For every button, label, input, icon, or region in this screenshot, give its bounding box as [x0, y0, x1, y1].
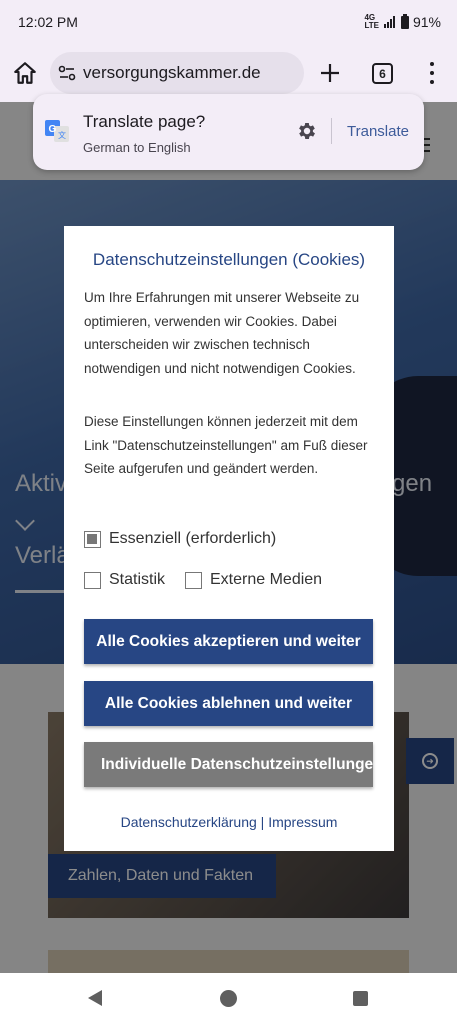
individual-settings-button[interactable]: Individuelle Datenschutzeinstellungen — [84, 742, 373, 787]
status-icons: 4G LTE 91% — [364, 13, 441, 30]
back-icon[interactable] — [88, 990, 102, 1006]
home-icon[interactable] — [12, 60, 38, 86]
translate-title: Translate page? — [83, 112, 206, 131]
lte-icon: 4G LTE — [364, 13, 379, 30]
dialog-footer-links: Datenschutzerklärung | Impressum — [64, 814, 394, 830]
link-separator: | — [260, 814, 265, 830]
tab-count: 6 — [379, 66, 386, 81]
statistics-label[interactable]: Statistik — [109, 571, 165, 589]
accept-all-cookies-button[interactable]: Alle Cookies akzeptieren und weiter — [84, 619, 373, 664]
essential-label: Essenziell (erforderlich) — [109, 530, 277, 547]
signal-icon — [383, 16, 395, 28]
tab-switcher-button[interactable]: 6 — [372, 63, 393, 84]
google-translate-icon: G 文 — [45, 120, 69, 142]
cookie-consent-dialog: Datenschutzeinstellungen (Cookies) Um Ih… — [64, 226, 394, 851]
external-media-option[interactable]: Externe Medien — [185, 571, 322, 589]
status-bar: 12:02 PM 4G LTE 91% — [0, 0, 457, 44]
privacy-policy-link[interactable]: Datenschutzerklärung — [121, 814, 257, 830]
reject-all-cookies-button[interactable]: Alle Cookies ablehnen und weiter — [84, 681, 373, 726]
home-circle-icon[interactable] — [220, 990, 237, 1007]
url-text[interactable]: versorgungskammer.de — [83, 63, 261, 83]
imprint-link[interactable]: Impressum — [268, 814, 337, 830]
dialog-title: Datenschutzeinstellungen (Cookies) — [92, 250, 366, 269]
translate-languages: German to English — [83, 140, 191, 155]
translate-popup: G 文 Translate page? German to English Tr… — [33, 94, 424, 170]
battery-icon — [400, 13, 409, 29]
external-media-label[interactable]: Externe Medien — [210, 571, 322, 589]
recents-icon[interactable] — [353, 991, 368, 1006]
address-bar[interactable]: versorgungskammer.de — [50, 52, 304, 94]
battery-percent: 91% — [412, 14, 441, 30]
dialog-description: Um Ihre Erfahrungen mit unserer Webseite… — [84, 290, 360, 376]
translate-button[interactable]: Translate — [347, 123, 409, 140]
svg-text:文: 文 — [58, 130, 66, 140]
tune-icon[interactable] — [58, 64, 76, 82]
status-time: 12:02 PM — [18, 14, 78, 30]
external-media-checkbox[interactable] — [185, 571, 202, 589]
statistics-checkbox[interactable] — [84, 571, 101, 589]
more-vert-icon[interactable] — [420, 60, 444, 86]
plus-icon[interactable] — [318, 61, 342, 85]
svg-text:G: G — [49, 124, 57, 135]
divider — [331, 118, 332, 144]
statistics-option[interactable]: Statistik — [84, 571, 165, 589]
gear-icon[interactable] — [296, 120, 318, 142]
dialog-settings-note: Diese Einstellungen können jederzeit mit… — [84, 414, 368, 476]
system-nav-bar — [0, 973, 457, 1023]
essential-option: Essenziell (erforderlich) — [84, 530, 276, 548]
essential-checkbox — [84, 530, 101, 548]
